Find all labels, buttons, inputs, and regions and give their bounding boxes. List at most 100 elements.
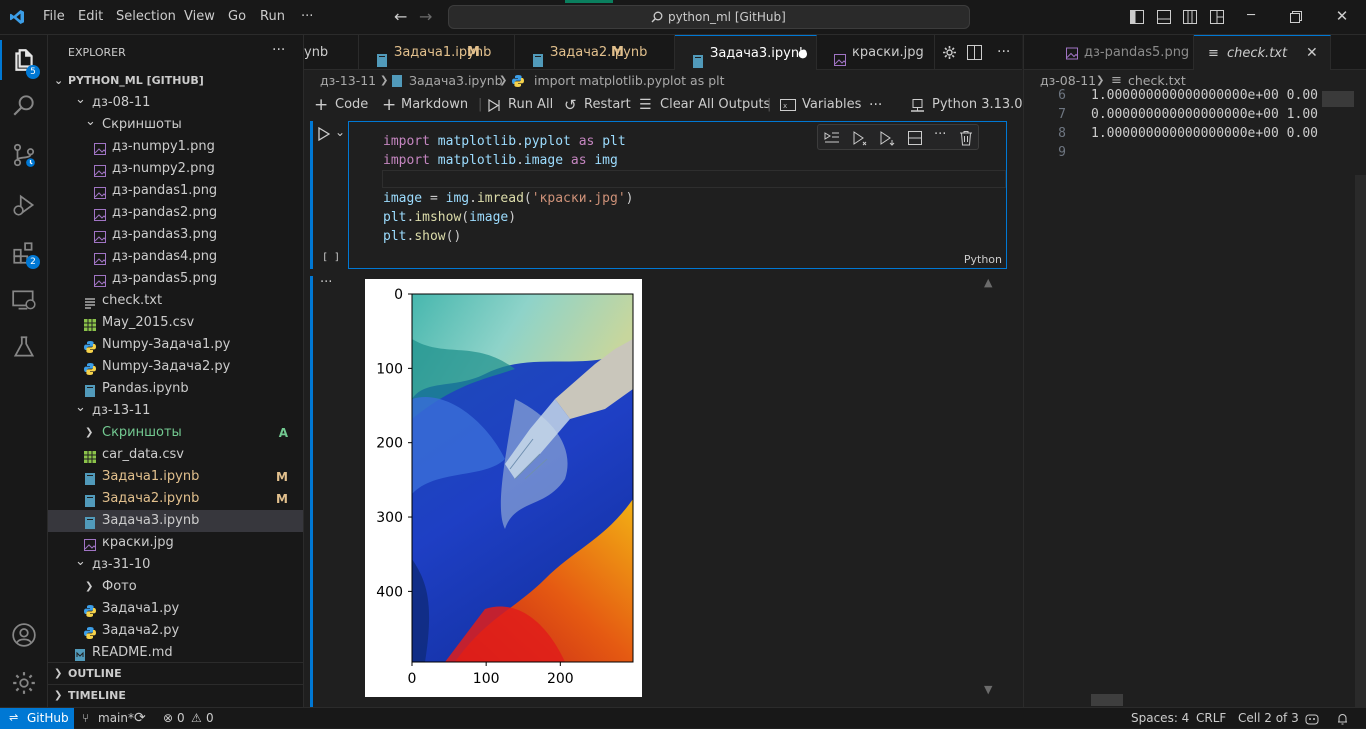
- tree-folder[interactable]: ❯ Скриншоты A: [48, 422, 303, 444]
- restore-icon[interactable]: [1290, 11, 1302, 23]
- menu-edit[interactable]: Edit: [78, 9, 103, 24]
- minimize-icon[interactable]: ─: [1243, 8, 1259, 24]
- variables-button[interactable]: Variables: [802, 92, 861, 118]
- tree-folder[interactable]: ⌄ дз-31-10: [48, 554, 303, 576]
- explorer-icon[interactable]: 5: [0, 40, 48, 80]
- add-code-button[interactable]: Code: [335, 92, 368, 118]
- tree-file[interactable]: car_data.csv: [48, 444, 303, 466]
- editor-tab[interactable]: Задача2.ipynb M: [515, 35, 675, 70]
- manage-gear-icon[interactable]: [0, 663, 48, 703]
- tab-pandas5-png[interactable]: дз-pandas5.png: [1024, 35, 1194, 70]
- split-cell-icon[interactable]: [907, 130, 923, 146]
- tree-file[interactable]: README.md: [48, 642, 303, 664]
- search-view-icon[interactable]: [0, 85, 48, 125]
- menu-selection[interactable]: Selection: [116, 9, 176, 24]
- run-cell-icon[interactable]: [318, 127, 330, 141]
- scroll-up-arrow-icon[interactable]: ▲: [984, 276, 992, 289]
- menu-view[interactable]: View: [184, 9, 215, 24]
- tree-file[interactable]: Задача2.py: [48, 620, 303, 642]
- eol-status[interactable]: CRLF: [1196, 708, 1226, 728]
- delete-cell-trash-icon[interactable]: [958, 130, 974, 146]
- accounts-icon[interactable]: [0, 615, 48, 655]
- minimap[interactable]: [1322, 91, 1354, 107]
- run-all-button[interactable]: Run All: [508, 92, 553, 118]
- close-window-icon[interactable]: ✕: [1334, 8, 1350, 24]
- tree-folder[interactable]: ⌄ дз-13-11: [48, 400, 303, 422]
- tree-file[interactable]: дз-pandas3.png: [48, 224, 303, 246]
- outline-section[interactable]: ❯ OUTLINE: [48, 662, 303, 684]
- tree-file[interactable]: дз-pandas1.png: [48, 180, 303, 202]
- breadcrumb-file[interactable]: Задача3.ipynb: [409, 70, 503, 92]
- menu-file[interactable]: File: [43, 9, 65, 24]
- horizontal-scrollbar[interactable]: [1091, 694, 1123, 706]
- menu-run[interactable]: Run: [260, 9, 285, 24]
- notebook-settings-gear-icon[interactable]: [942, 45, 957, 60]
- menu-go[interactable]: Go: [228, 9, 246, 24]
- workspace-root[interactable]: ⌄ PYTHON_ML [GITHUB]: [48, 70, 303, 92]
- code-cell[interactable]: import matplotlib.pyplot as plt import ma…: [348, 121, 1007, 269]
- tree-file[interactable]: дз-pandas2.png: [48, 202, 303, 224]
- tree-folder[interactable]: ⌄ Скриншоты: [48, 114, 303, 136]
- notifications-bell-icon[interactable]: [1336, 712, 1349, 725]
- editor-tab[interactable]: ynb: [304, 35, 359, 70]
- editor-more-button[interactable]: ···: [997, 44, 1010, 60]
- forward-arrow-icon[interactable]: →: [419, 7, 432, 26]
- output-more-button[interactable]: ···: [320, 275, 332, 290]
- extensions-icon[interactable]: 2: [0, 233, 48, 273]
- command-center[interactable]: python_ml [GitHub]: [448, 5, 970, 29]
- problems-count[interactable]: 0: [177, 708, 185, 728]
- cell-more-button[interactable]: ···: [934, 127, 946, 142]
- execute-below-icon[interactable]: [879, 130, 895, 146]
- editor-tab[interactable]: Задача3.ipynb ●: [675, 35, 817, 70]
- indentation-status[interactable]: Spaces: 4: [1131, 708, 1189, 728]
- sync-icon[interactable]: ⟳: [134, 708, 146, 728]
- unsaved-dot-icon[interactable]: ●: [798, 36, 808, 70]
- toolbar-more-button[interactable]: ···: [869, 92, 882, 118]
- tree-file[interactable]: Задача2.ipynb M: [48, 488, 303, 510]
- tree-file[interactable]: краски.jpg: [48, 532, 303, 554]
- source-control-icon[interactable]: [0, 135, 48, 175]
- editor-tab[interactable]: краски.jpg: [817, 35, 935, 70]
- tree-file[interactable]: Pandas.ipynb: [48, 378, 303, 400]
- tree-file[interactable]: дз-pandas5.png: [48, 268, 303, 290]
- run-debug-icon[interactable]: [0, 185, 48, 225]
- toggle-primary-sidebar-icon[interactable]: [1130, 10, 1144, 24]
- remote-explorer-icon[interactable]: [0, 280, 48, 320]
- tree-file[interactable]: Numpy-Задача1.py: [48, 334, 303, 356]
- breadcrumb-folder[interactable]: дз-13-11: [320, 70, 376, 92]
- tree-file[interactable]: check.txt: [48, 290, 303, 312]
- vertical-scrollbar[interactable]: [1355, 175, 1366, 707]
- menu-more[interactable]: ···: [301, 9, 313, 24]
- clear-all-outputs-button[interactable]: Clear All Outputs: [660, 92, 770, 118]
- explorer-more-button[interactable]: ···: [272, 42, 285, 58]
- cell-status[interactable]: Cell 2 of 3: [1238, 708, 1299, 728]
- restart-button[interactable]: Restart: [584, 92, 631, 118]
- scroll-down-arrow-icon[interactable]: ▼: [984, 683, 992, 696]
- add-markdown-button[interactable]: Markdown: [401, 92, 468, 118]
- warnings-count[interactable]: 0: [206, 708, 214, 728]
- tab-check-txt[interactable]: ≡ check.txt ✕: [1194, 35, 1331, 70]
- tree-file[interactable]: Numpy-Задача2.py: [48, 356, 303, 378]
- tree-file[interactable]: Задача1.py: [48, 598, 303, 620]
- testing-icon[interactable]: [0, 327, 48, 367]
- tree-file[interactable]: дз-numpy1.png: [48, 136, 303, 158]
- tree-file[interactable]: Задача3.ipynb: [48, 510, 303, 532]
- remote-indicator[interactable]: ⇌ GitHub: [0, 708, 74, 729]
- execute-above-icon[interactable]: [824, 130, 840, 146]
- run-options-chevron-icon[interactable]: ⌄: [335, 125, 345, 139]
- cell-language-label[interactable]: Python: [964, 253, 1002, 266]
- tree-file[interactable]: дз-pandas4.png: [48, 246, 303, 268]
- tree-folder[interactable]: ❯ Фото: [48, 576, 303, 598]
- tree-file[interactable]: May_2015.csv: [48, 312, 303, 334]
- close-tab-icon[interactable]: ✕: [1306, 36, 1318, 70]
- toggle-secondary-sidebar-icon[interactable]: [1183, 10, 1197, 24]
- editor-tab[interactable]: Задача1.ipynb M: [359, 35, 515, 70]
- tree-file[interactable]: Задача1.ipynb M: [48, 466, 303, 488]
- execute-cell-and-below-icon[interactable]: [852, 130, 868, 146]
- branch-status[interactable]: main*: [98, 708, 134, 728]
- split-editor-icon[interactable]: [967, 45, 982, 60]
- toggle-panel-icon[interactable]: [1157, 10, 1171, 24]
- back-arrow-icon[interactable]: ←: [394, 7, 407, 26]
- tree-file[interactable]: дз-numpy2.png: [48, 158, 303, 180]
- timeline-section[interactable]: ❯ TIMELINE: [48, 684, 303, 706]
